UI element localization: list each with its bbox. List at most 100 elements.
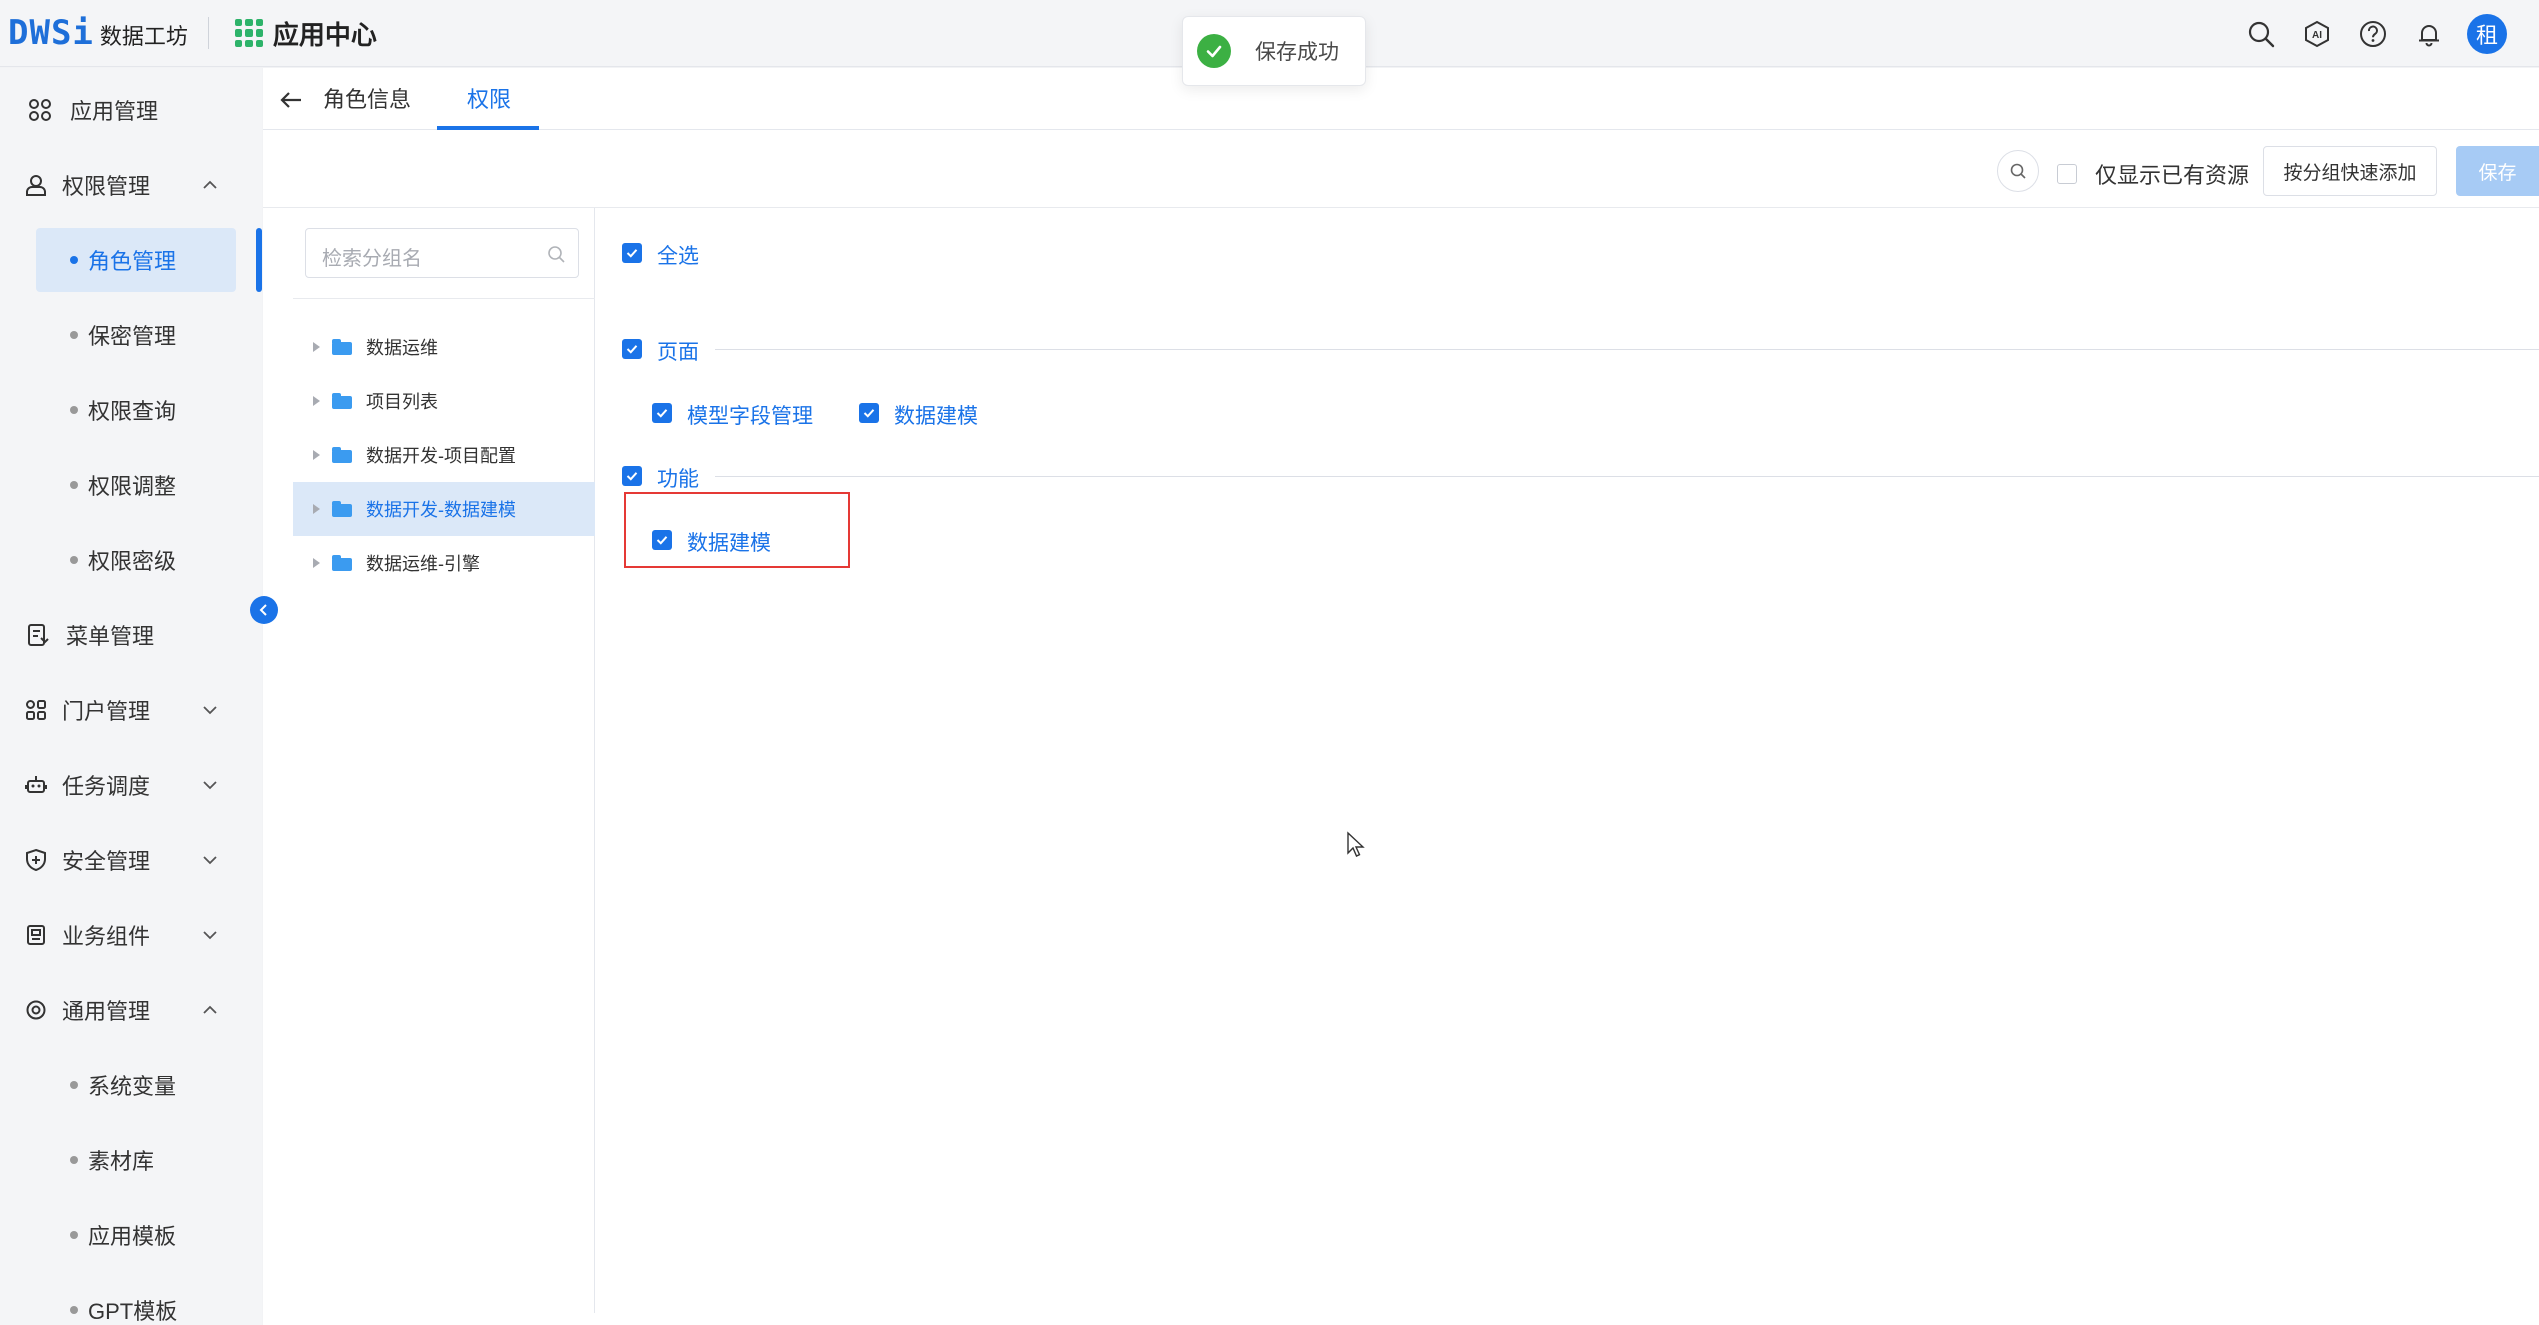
tree-node[interactable]: 数据运维-引擎 xyxy=(293,536,595,590)
bullet-dot xyxy=(70,406,78,414)
sidebar-item-business-components[interactable]: 业务组件 xyxy=(0,905,262,965)
avatar-text: 租 xyxy=(2475,22,2498,48)
caret-right-icon[interactable] xyxy=(313,450,320,460)
permission-checkbox[interactable] xyxy=(859,403,879,423)
sidebar-subitem-permission-level[interactable]: 权限密级 xyxy=(36,528,236,592)
chevron-down-icon xyxy=(200,775,220,795)
sidebar-item-label: 权限管理 xyxy=(62,174,151,199)
check-icon xyxy=(626,472,638,481)
permission-label-data-modeling[interactable]: 数据建模 xyxy=(894,400,978,430)
sidebar-item-app-management[interactable]: 应用管理 xyxy=(0,80,262,140)
sidebar-subitem-system-variables[interactable]: 系统变量 xyxy=(36,1053,236,1117)
sidebar-subitem-permission-query[interactable]: 权限查询 xyxy=(36,378,236,442)
toolbar-search-button[interactable] xyxy=(1997,150,2039,192)
sidebar-subitem-material-library[interactable]: 素材库 xyxy=(36,1128,236,1192)
chevron-left-icon xyxy=(259,604,267,616)
sidebar-subitem-role-management[interactable]: 角色管理 xyxy=(36,228,236,292)
sidebar-subitem-permission-adjust[interactable]: 权限调整 xyxy=(36,453,236,517)
function-section-label[interactable]: 功能 xyxy=(657,463,699,493)
back-arrow-icon[interactable] xyxy=(277,86,305,114)
sidebar-subitem-secrecy-management[interactable]: 保密管理 xyxy=(36,303,236,367)
caret-right-icon[interactable] xyxy=(313,396,320,406)
only-existing-label[interactable]: 仅显示已有资源 xyxy=(2095,158,2249,190)
sidebar-item-label: 菜单管理 xyxy=(66,624,155,649)
menu-doc-icon xyxy=(24,621,52,649)
tree-node-selected[interactable]: 数据开发-数据建模 xyxy=(293,482,595,536)
sidebar-subitem-label: 保密管理 xyxy=(88,324,177,349)
caret-right-icon[interactable] xyxy=(313,558,320,568)
permission-label-model-fields[interactable]: 模型字段管理 xyxy=(687,400,813,430)
quick-add-by-group-button[interactable]: 按分组快速添加 xyxy=(2263,146,2437,196)
folder-icon xyxy=(332,501,352,517)
folder-icon xyxy=(332,447,352,463)
robot-icon xyxy=(22,771,50,799)
app-window: DWSi 数据工坊 应用中心 AI 租 保存成功 应用管理 权限管理 角色管理 … xyxy=(0,0,2539,1325)
header-actions: AI 租 xyxy=(2243,0,2507,67)
active-indicator xyxy=(256,228,262,292)
tree-node-label: 项目列表 xyxy=(366,392,438,412)
caret-right-icon[interactable] xyxy=(313,342,320,352)
sidebar-subitem-app-templates[interactable]: 应用模板 xyxy=(36,1203,236,1267)
group-search-input[interactable]: 检索分组名 xyxy=(305,228,579,278)
tree-node[interactable]: 项目列表 xyxy=(293,374,595,428)
app-title: 应用中心 xyxy=(272,19,377,50)
tree-node[interactable]: 数据运维 xyxy=(293,320,595,374)
section-divider xyxy=(715,476,2539,477)
logo[interactable]: DWSi 数据工坊 xyxy=(8,13,188,53)
sidebar-item-permission-management[interactable]: 权限管理 xyxy=(0,155,262,215)
save-button[interactable]: 保存 xyxy=(2456,146,2539,196)
only-existing-checkbox[interactable] xyxy=(2057,164,2077,184)
bullet-dot xyxy=(70,1231,78,1239)
chevron-down-icon xyxy=(200,850,220,870)
bullet-dot xyxy=(70,331,78,339)
sidebar-item-portal-management[interactable]: 门户管理 xyxy=(0,680,262,740)
select-all-checkbox[interactable] xyxy=(622,243,642,263)
sidebar-collapse-button[interactable] xyxy=(250,596,278,624)
search-icon xyxy=(548,246,565,263)
sidebar-subitem-label: 系统变量 xyxy=(88,1074,177,1099)
page-section-label[interactable]: 页面 xyxy=(657,336,699,366)
folder-icon xyxy=(332,555,352,571)
sidebar-item-general-management[interactable]: 通用管理 xyxy=(0,980,262,1040)
function-section-checkbox[interactable] xyxy=(622,466,642,486)
tree-node[interactable]: 数据开发-项目配置 xyxy=(293,428,595,482)
component-icon xyxy=(22,921,50,949)
tab-role-info[interactable]: 角色信息 xyxy=(323,82,411,114)
caret-right-icon[interactable] xyxy=(313,504,320,514)
select-all-label[interactable]: 全选 xyxy=(657,240,699,270)
header-divider xyxy=(207,17,209,49)
permission-label-function-data-modeling[interactable]: 数据建模 xyxy=(687,527,771,557)
bell-icon[interactable] xyxy=(2411,16,2447,52)
ai-icon[interactable]: AI xyxy=(2299,16,2335,52)
tree-node-label: 数据开发-数据建模 xyxy=(366,500,516,520)
chevron-down-icon xyxy=(200,700,220,720)
help-icon[interactable] xyxy=(2355,16,2391,52)
sidebar-subitem-gpt-templates[interactable]: GPT模板 xyxy=(36,1278,236,1325)
tab-bar: 角色信息 权限 xyxy=(263,68,2539,130)
main-content: 角色信息 权限 仅显示已有资源 按分组快速添加 保存 检索分组名 数据运维 项目… xyxy=(263,68,2539,1325)
svg-text:AI: AI xyxy=(2312,30,2322,41)
sidebar-item-label: 通用管理 xyxy=(62,999,151,1024)
chevron-up-icon xyxy=(200,1000,220,1020)
sidebar-item-task-scheduling[interactable]: 任务调度 xyxy=(0,755,262,815)
bullet-dot xyxy=(70,481,78,489)
success-toast: 保存成功 xyxy=(1182,16,1366,86)
app-grid-icon[interactable] xyxy=(234,19,263,47)
permission-checkbox[interactable] xyxy=(652,530,672,550)
search-icon[interactable] xyxy=(2243,16,2279,52)
apps-icon xyxy=(26,96,54,124)
sidebar-subitem-label: 应用模板 xyxy=(88,1224,177,1249)
tab-permissions[interactable]: 权限 xyxy=(467,82,511,114)
sidebar-item-security-management[interactable]: 安全管理 xyxy=(0,830,262,890)
portal-icon xyxy=(22,696,50,724)
sidebar-item-menu-management[interactable]: 菜单管理 xyxy=(0,605,262,665)
check-icon xyxy=(626,249,638,258)
tree-node-label: 数据运维-引擎 xyxy=(366,554,480,574)
bullet-dot xyxy=(70,1081,78,1089)
page-section-checkbox[interactable] xyxy=(622,339,642,359)
avatar[interactable]: 租 xyxy=(2467,13,2507,54)
permission-checkbox[interactable] xyxy=(652,403,672,423)
check-icon xyxy=(656,536,668,545)
check-icon xyxy=(626,345,638,354)
bullet-dot xyxy=(70,256,78,264)
